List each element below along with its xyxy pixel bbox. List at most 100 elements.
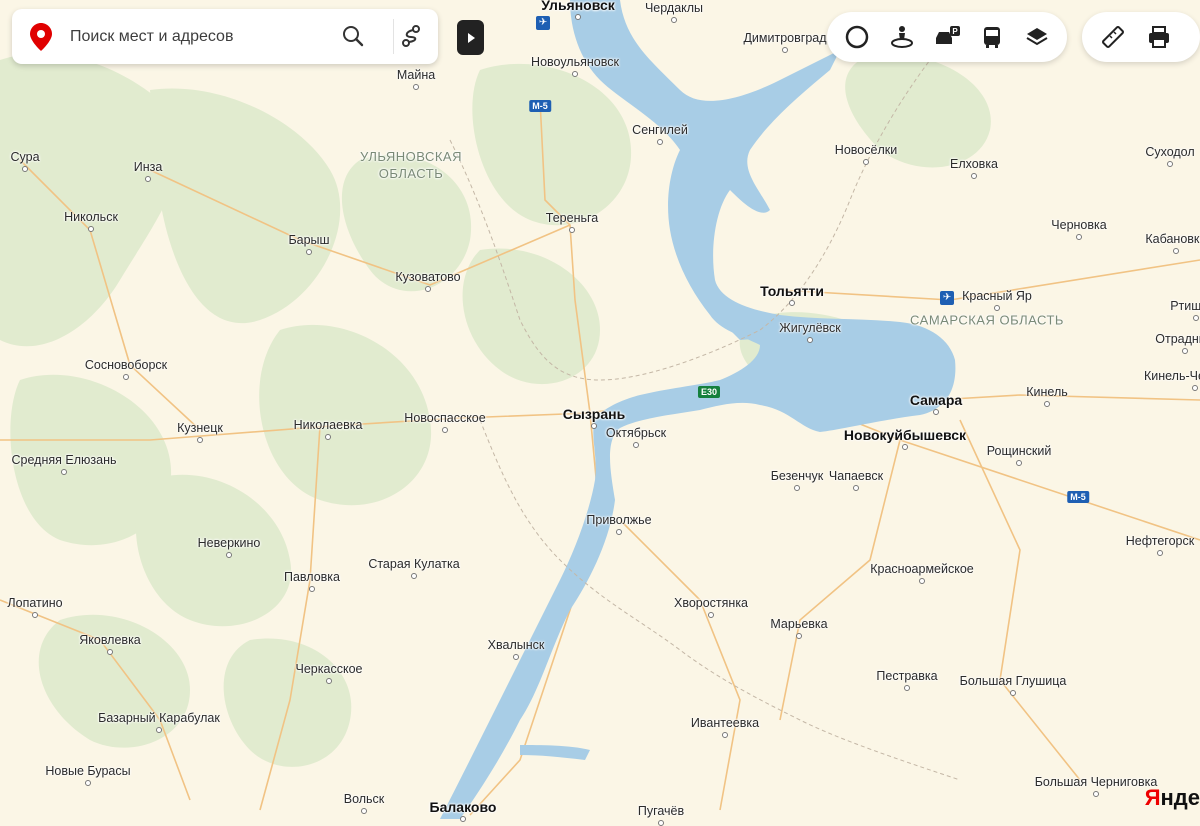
place-label[interactable]: Жигулёвск (779, 321, 841, 335)
place-label[interactable]: Красноармейское (870, 562, 974, 576)
parking-button[interactable]: P (925, 14, 970, 60)
place-label[interactable]: Хвалынск (488, 638, 545, 652)
place-dot (796, 633, 802, 639)
traffic-button[interactable] (835, 14, 880, 60)
highway-shield[interactable]: М-5 (529, 100, 551, 112)
place-label[interactable]: Черновка (1051, 218, 1106, 232)
place-label[interactable]: Майна (397, 68, 435, 82)
place-dot (361, 808, 367, 814)
place-label[interactable]: Балаково (430, 799, 497, 815)
highway-shield[interactable]: М-5 (1067, 491, 1089, 503)
place-label[interactable]: Новые Бурасы (45, 764, 130, 778)
place-label[interactable]: Пестравка (876, 669, 937, 683)
place-label[interactable]: Тольятти (760, 283, 824, 299)
place-dot (708, 612, 714, 618)
place-label[interactable]: Кузоватово (395, 270, 460, 284)
place-label[interactable]: Чапаевск (829, 469, 883, 483)
highway-shield[interactable]: Е30 (697, 386, 721, 398)
map-controls-toolbar: P (827, 12, 1067, 62)
place-dot (123, 374, 129, 380)
place-label[interactable]: Инза (134, 160, 163, 174)
place-label[interactable]: Пугачёв (638, 804, 684, 818)
place-label[interactable]: Кузнецк (177, 421, 223, 435)
place-dot (1093, 791, 1099, 797)
place-label[interactable]: Никольск (64, 210, 118, 224)
place-label[interactable]: Безенчук (771, 469, 824, 483)
svg-text:P: P (952, 27, 958, 36)
map-pin-icon (30, 23, 52, 51)
place-label[interactable]: Черкасское (296, 662, 363, 676)
place-label[interactable]: Октябрьск (606, 426, 666, 440)
ruler-button[interactable] (1090, 14, 1136, 60)
place-label[interactable]: Чердаклы (645, 1, 703, 15)
parking-icon: P (935, 26, 960, 44)
place-label[interactable]: Большая Черниговка (1035, 775, 1158, 789)
place-label[interactable]: Новосёлки (835, 143, 897, 157)
place-label[interactable]: Сосновоборск (85, 358, 167, 372)
place-dot (145, 176, 151, 182)
place-label[interactable]: Сызрань (563, 406, 625, 422)
place-dot (413, 84, 419, 90)
place-label[interactable]: Павловка (284, 570, 340, 584)
place-label[interactable]: Отрадный (1155, 332, 1200, 346)
place-label[interactable]: Кабановка (1145, 232, 1200, 246)
place-label[interactable]: Ульяновск (541, 0, 615, 13)
place-label[interactable]: Ивантеевка (691, 716, 759, 730)
place-label[interactable]: Хворостянка (674, 596, 748, 610)
layers-button[interactable] (1014, 14, 1059, 60)
place-label[interactable]: Средняя Елюзань (12, 453, 117, 467)
airport-icon[interactable]: ✈ (536, 16, 550, 30)
place-label[interactable]: Елховка (950, 157, 998, 171)
place-label[interactable]: Новоульяновск (531, 55, 619, 69)
place-dot (107, 649, 113, 655)
yandex-logo[interactable]: Янде (1145, 785, 1200, 811)
place-label[interactable]: Новокуйбышевск (844, 427, 966, 443)
search-button[interactable] (338, 21, 368, 51)
place-label[interactable]: Тереньга (546, 211, 598, 225)
search-input[interactable] (68, 21, 332, 53)
place-label[interactable]: Большая Глушица (960, 674, 1067, 688)
place-dot (658, 820, 664, 826)
place-label[interactable]: Суходол (1145, 145, 1194, 159)
place-dot (425, 286, 431, 292)
search-icon (343, 26, 364, 47)
place-dot (657, 139, 663, 145)
expand-panel-button[interactable] (457, 20, 484, 55)
print-button[interactable] (1136, 14, 1182, 60)
place-label[interactable]: Николаевка (294, 418, 363, 432)
place-label[interactable]: Приволжье (586, 513, 651, 527)
place-dot (22, 166, 28, 172)
place-label[interactable]: Красный Яр (962, 289, 1032, 303)
place-label[interactable]: Яковлевка (79, 633, 141, 647)
place-dot (32, 612, 38, 618)
place-label[interactable]: Кинель (1026, 385, 1068, 399)
place-label[interactable]: Сура (10, 150, 39, 164)
route-button[interactable] (396, 21, 426, 51)
place-dot (226, 552, 232, 558)
place-label[interactable]: Ртищево (1170, 299, 1200, 313)
place-dot (902, 444, 908, 450)
place-dot (61, 469, 67, 475)
place-label[interactable]: Новоспасское (404, 411, 485, 425)
panorama-button[interactable] (880, 14, 925, 60)
place-label[interactable]: Димитровград (743, 31, 826, 45)
place-label[interactable]: Сенгилей (632, 123, 688, 137)
place-label[interactable]: Неверкино (198, 536, 261, 550)
place-label[interactable]: Старая Кулатка (368, 557, 459, 571)
place-dot (1157, 550, 1163, 556)
transit-button[interactable] (969, 14, 1014, 60)
place-dot (1173, 248, 1179, 254)
place-label[interactable]: Кинель-Черкассы (1144, 369, 1200, 383)
place-label[interactable]: Нефтегорск (1126, 534, 1194, 548)
place-label[interactable]: Барыш (288, 233, 329, 247)
place-label[interactable]: Вольск (344, 792, 385, 806)
place-dot (782, 47, 788, 53)
place-dot (88, 226, 94, 232)
place-label[interactable]: Базарный Карабулак (98, 711, 220, 725)
place-label[interactable]: Рощинский (987, 444, 1052, 458)
place-label[interactable]: Лопатино (7, 596, 62, 610)
place-label[interactable]: Марьевка (770, 617, 827, 631)
place-label[interactable]: Самара (910, 392, 962, 408)
airport-icon[interactable]: ✈ (940, 291, 954, 305)
place-dot (575, 14, 581, 20)
